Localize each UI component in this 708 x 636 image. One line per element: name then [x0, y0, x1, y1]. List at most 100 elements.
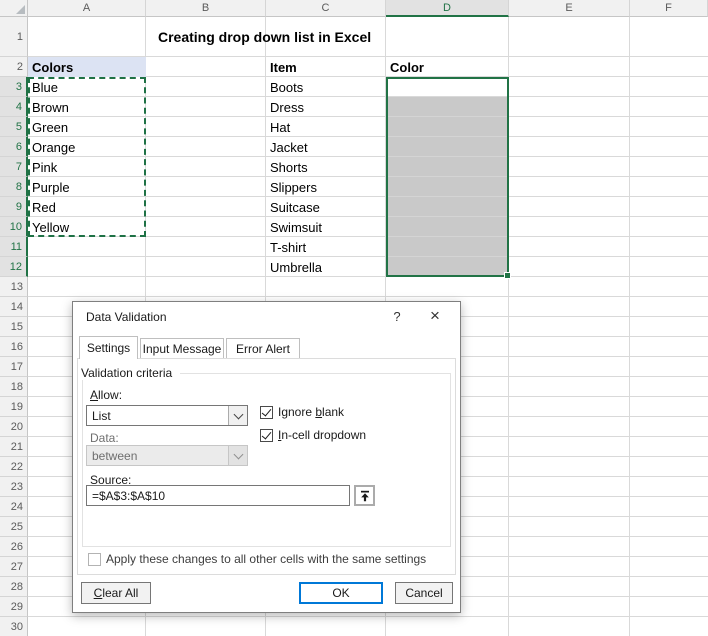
allow-label: Allow:	[90, 388, 123, 402]
row-header-19[interactable]: 19	[0, 397, 28, 417]
collapse-dialog-button[interactable]	[354, 485, 375, 506]
select-all-triangle-icon	[16, 5, 25, 14]
row-header-1[interactable]: 1	[0, 17, 28, 57]
excel-spreadsheet: A B C D E F 1 2 3 4 5 6 7 8 9 10 11 12 13 14 15 16 17 18 19 20 21 2…	[0, 0, 708, 636]
row-header-6[interactable]: 6	[0, 137, 28, 157]
data-dropdown-disabled: between	[86, 445, 248, 466]
cell-C3[interactable]: Boots	[266, 77, 386, 97]
selected-range[interactable]	[386, 77, 509, 277]
column-header-F[interactable]: F	[630, 0, 708, 17]
data-dropdown-value: between	[92, 448, 138, 463]
row-header-29[interactable]: 29	[0, 597, 28, 617]
checkbox-unchecked-icon	[88, 552, 101, 566]
row-header-23[interactable]: 23	[0, 477, 28, 497]
gridline-vertical	[629, 17, 630, 636]
row-header-9[interactable]: 9	[0, 197, 28, 217]
cell-C7[interactable]: Shorts	[266, 157, 386, 177]
row-header-2[interactable]: 2	[0, 57, 28, 77]
cell-A6[interactable]: Orange	[28, 137, 146, 157]
cell-C4[interactable]: Dress	[266, 97, 386, 117]
row-header-7[interactable]: 7	[0, 157, 28, 177]
source-input[interactable]	[86, 485, 350, 506]
row-header-18[interactable]: 18	[0, 377, 28, 397]
row-header-26[interactable]: 26	[0, 537, 28, 557]
dialog-title: Data Validation	[86, 310, 167, 324]
allow-dropdown[interactable]: List	[86, 405, 248, 426]
cell-C11[interactable]: T-shirt	[266, 237, 386, 257]
checkbox-checked-icon	[260, 428, 273, 442]
chevron-down-icon	[228, 446, 247, 465]
row-header-5[interactable]: 5	[0, 117, 28, 137]
cell-C10[interactable]: Swimsuit	[266, 217, 386, 237]
select-all-corner[interactable]	[0, 0, 28, 17]
row-header-28[interactable]: 28	[0, 577, 28, 597]
cell-C12[interactable]: Umbrella	[266, 257, 386, 277]
row-header-3[interactable]: 3	[0, 77, 28, 97]
cell-A10[interactable]: Yellow	[28, 217, 146, 237]
ok-button[interactable]: OK	[299, 582, 383, 604]
column-header-E[interactable]: E	[509, 0, 630, 17]
row-header-25[interactable]: 25	[0, 517, 28, 537]
tab-settings[interactable]: Settings	[79, 336, 138, 359]
apply-to-all-label: Apply these changes to all other cells w…	[106, 552, 427, 566]
row-header-13[interactable]: 13	[0, 277, 28, 297]
row-header-17[interactable]: 17	[0, 357, 28, 377]
allow-dropdown-value: List	[92, 408, 111, 423]
cell-A7[interactable]: Pink	[28, 157, 146, 177]
column-header-A[interactable]: A	[28, 0, 146, 17]
tab-input-message-label: Input Message	[142, 341, 222, 356]
row-header-15[interactable]: 15	[0, 317, 28, 337]
in-cell-dropdown-checkbox[interactable]: In-cell dropdown	[260, 427, 366, 443]
dialog-titlebar[interactable]: Data Validation ? ×	[73, 302, 460, 332]
data-label: Data:	[90, 431, 119, 445]
ignore-blank-label: Ignore blank	[278, 405, 345, 419]
apply-to-all-checkbox[interactable]: Apply these changes to all other cells w…	[88, 551, 426, 567]
cell-C8[interactable]: Slippers	[266, 177, 386, 197]
collapse-dialog-icon	[360, 490, 369, 501]
cell-A2[interactable]: Colors	[28, 57, 146, 77]
cell-A9[interactable]: Red	[28, 197, 146, 217]
row-header-22[interactable]: 22	[0, 457, 28, 477]
ignore-blank-checkbox[interactable]: Ignore blank	[260, 404, 344, 420]
row-header-16[interactable]: 16	[0, 337, 28, 357]
row-header-20[interactable]: 20	[0, 417, 28, 437]
fill-handle[interactable]	[504, 272, 511, 279]
cancel-button[interactable]: Cancel	[395, 582, 453, 604]
tab-input-message[interactable]: Input Message	[140, 338, 224, 358]
cell-C5[interactable]: Hat	[266, 117, 386, 137]
cell-A5[interactable]: Green	[28, 117, 146, 137]
row-header-21[interactable]: 21	[0, 437, 28, 457]
row-header-4[interactable]: 4	[0, 97, 28, 117]
tab-settings-label: Settings	[86, 341, 131, 355]
column-header-C[interactable]: C	[266, 0, 386, 17]
tab-error-alert[interactable]: Error Alert	[226, 338, 300, 358]
cell-A8[interactable]: Purple	[28, 177, 146, 197]
row-header-30[interactable]: 30	[0, 617, 28, 636]
cell-D2[interactable]: Color	[386, 57, 509, 77]
cell-C2[interactable]: Item	[266, 57, 386, 77]
in-cell-dropdown-label: In-cell dropdown	[278, 428, 367, 442]
help-icon[interactable]: ?	[386, 302, 408, 332]
cell-C6[interactable]: Jacket	[266, 137, 386, 157]
cell-A3[interactable]: Blue	[28, 77, 146, 97]
cell-A4[interactable]: Brown	[28, 97, 146, 117]
column-header-D[interactable]: D	[386, 0, 509, 17]
row-header-24[interactable]: 24	[0, 497, 28, 517]
sheet-title-cell[interactable]: Creating drop down list in Excel	[158, 17, 371, 57]
row-header-12[interactable]: 12	[0, 257, 28, 277]
row-header-27[interactable]: 27	[0, 557, 28, 577]
settings-tab-panel: Validation criteria Allow: List Ignore b…	[77, 358, 456, 575]
cell-C9[interactable]: Suitcase	[266, 197, 386, 217]
row-header-8[interactable]: 8	[0, 177, 28, 197]
tab-error-alert-label: Error Alert	[235, 341, 290, 356]
row-header-14[interactable]: 14	[0, 297, 28, 317]
group-label: Validation criteria	[81, 366, 181, 380]
column-header-B[interactable]: B	[146, 0, 266, 17]
chevron-down-icon[interactable]	[228, 406, 247, 425]
checkbox-checked-icon	[260, 405, 273, 419]
row-header-11[interactable]: 11	[0, 237, 28, 257]
selected-cells-fill	[388, 97, 507, 275]
clear-all-button[interactable]: Clear All	[81, 582, 151, 604]
row-header-10[interactable]: 10	[0, 217, 28, 237]
close-icon[interactable]: ×	[420, 302, 450, 332]
